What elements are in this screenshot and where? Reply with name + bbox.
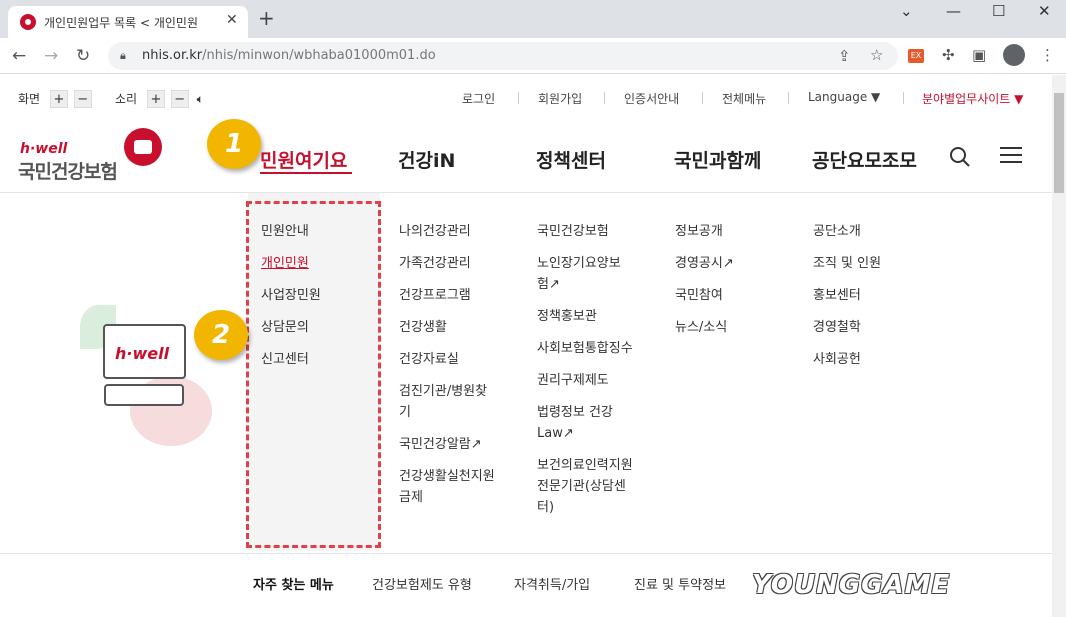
watermark-text: YOUNGGAME xyxy=(752,570,951,600)
submenu-column-policy: 국민건강보험 노인장기요양보 험↗ 정책홍보관 사회보험통합징수 권리구제제도 … xyxy=(537,221,633,529)
submenu-item[interactable]: 검진기관/병원찾 기 xyxy=(399,381,495,423)
submenu-item[interactable]: 공단소개 xyxy=(813,221,881,242)
profile-avatar[interactable] xyxy=(1003,44,1025,66)
share-icon[interactable]: ⇪ xyxy=(838,47,851,65)
quick-menu-item[interactable]: 진료 및 투약정보 xyxy=(634,574,726,593)
login-link[interactable]: 로그인 xyxy=(462,90,495,107)
divider xyxy=(903,92,904,104)
submenu-item[interactable]: 사회보험통합징수 xyxy=(537,338,633,359)
logo-hwell-text: h·well xyxy=(20,141,68,157)
keyboard-illustration xyxy=(104,384,184,406)
submenu-item[interactable]: 조직 및 인원 xyxy=(813,253,881,274)
submenu-item[interactable]: 권리구제제도 xyxy=(537,370,633,391)
submenu-item[interactable]: 경영공시↗ xyxy=(675,253,734,274)
hamburger-menu-icon[interactable] xyxy=(1000,147,1022,165)
signup-link[interactable]: 회원가입 xyxy=(538,90,582,107)
highlight-box xyxy=(246,201,381,548)
step-badge-1: 1 xyxy=(207,119,261,169)
url-text: nhis.or.kr/nhis/minwon/wbhaba01000m01.do xyxy=(142,48,436,63)
page-content: 화면 + − 소리 + − 🔈︎ 로그인 회원가입 인증서안내 전체메뉴 Lan… xyxy=(0,75,1052,617)
chrome-menu-icon[interactable]: ⋮ xyxy=(1040,46,1055,64)
sound-control: 소리 + − 🔈︎ xyxy=(115,90,204,108)
gnb-item-minwon[interactable]: 민원여기요 xyxy=(260,146,347,173)
submenu-item[interactable]: 경영철학 xyxy=(813,317,881,338)
submenu-item[interactable]: 건강생활실천지원 금제 xyxy=(399,466,495,508)
scrollbar-thumb[interactable] xyxy=(1054,93,1064,193)
forward-icon[interactable]: → xyxy=(44,46,58,66)
illustration-text: h·well xyxy=(115,344,170,363)
language-select[interactable]: Language ▼ xyxy=(808,90,880,104)
address-bar[interactable]: 🔒︎ nhis.or.kr/nhis/minwon/wbhaba01000m01… xyxy=(108,42,898,70)
submenu-item[interactable]: 법령정보 건강 Law↗ xyxy=(537,402,633,444)
divider xyxy=(788,92,789,104)
logo-emblem-icon xyxy=(124,128,162,166)
quick-menu-bar: 자주 찾는 메뉴 건강보험제도 유형 자격취득/가입 진료 및 투약정보 YOU… xyxy=(0,553,1052,617)
screen-zoom-out-button[interactable]: − xyxy=(73,90,92,108)
page-scrollbar[interactable] xyxy=(1052,75,1066,617)
certificate-guide-link[interactable]: 인증서안내 xyxy=(624,90,679,107)
browser-toolbar: ← → ↻ 🔒︎ nhis.or.kr/nhis/minwon/wbhaba01… xyxy=(0,38,1066,74)
submenu-item[interactable]: 정보공개 xyxy=(675,221,734,242)
speaker-icon[interactable]: 🔈︎ xyxy=(197,92,204,106)
gnb-item-health-in[interactable]: 건강iN xyxy=(398,146,455,173)
bookmark-star-icon[interactable]: ☆ xyxy=(870,46,883,64)
quick-menu-item[interactable]: 건강보험제도 유형 xyxy=(372,574,472,593)
screen-zoom-control: 화면 + − xyxy=(18,90,92,108)
maximize-icon[interactable]: ☐ xyxy=(992,2,1005,20)
submenu-item[interactable]: 뉴스/소식 xyxy=(675,317,734,338)
submenu-column-with-citizens: 정보공개 경영공시↗ 국민참여 뉴스/소식 xyxy=(675,221,734,349)
divider xyxy=(518,92,519,104)
screen-zoom-in-button[interactable]: + xyxy=(49,90,68,108)
submenu-item[interactable]: 건강생활 xyxy=(399,317,495,338)
search-icon[interactable] xyxy=(948,145,972,169)
submenu-item[interactable]: 가족건강관리 xyxy=(399,253,495,274)
full-menu-link[interactable]: 전체메뉴 xyxy=(722,90,766,107)
gnb-item-about-nhis[interactable]: 공단요모조모 xyxy=(812,146,917,173)
tab-search-chevron-icon[interactable]: ⌄ xyxy=(900,2,913,20)
quick-menu-item[interactable]: 자격취득/가입 xyxy=(514,574,590,593)
new-tab-icon[interactable]: + xyxy=(258,6,275,30)
sound-up-button[interactable]: + xyxy=(146,90,165,108)
mega-menu-panel: h·well 민원안내 개인민원 사업장민원 상담문의 신고센터 2 나의건강관… xyxy=(0,193,1052,553)
tab-title: 개인민원업무 목록 < 개인민원 xyxy=(44,16,198,30)
submenu-item[interactable]: 보건의료인력지원 전문기관(상담센 터) xyxy=(537,455,633,518)
field-sites-select[interactable]: 분야별업무사이트 ▼ xyxy=(922,90,1023,107)
close-window-icon[interactable]: ✕ xyxy=(1038,2,1051,20)
logo-name-text: 국민건강보험 xyxy=(18,161,118,183)
quick-menu-title: 자주 찾는 메뉴 xyxy=(253,578,334,593)
sound-label: 소리 xyxy=(115,92,138,106)
extension-icon[interactable]: EX xyxy=(908,49,924,63)
minimize-icon[interactable]: — xyxy=(946,2,961,20)
site-favicon-icon xyxy=(20,14,36,30)
submenu-item[interactable]: 정책홍보관 xyxy=(537,306,633,327)
screen-label: 화면 xyxy=(18,92,41,106)
browser-tab[interactable]: 개인민원업무 목록 < 개인민원 ✕ xyxy=(8,6,248,38)
submenu-item[interactable]: 노인장기요양보 험↗ xyxy=(537,253,633,295)
extensions-puzzle-icon[interactable]: ✣ xyxy=(942,46,955,64)
reload-icon[interactable]: ↻ xyxy=(76,46,90,66)
tab-close-icon[interactable]: ✕ xyxy=(226,12,238,28)
submenu-item[interactable]: 나의건강관리 xyxy=(399,221,495,242)
sound-down-button[interactable]: − xyxy=(170,90,189,108)
submenu-item[interactable]: 사회공헌 xyxy=(813,349,881,370)
divider xyxy=(604,92,605,104)
laptop-screen-illustration: h·well xyxy=(103,324,186,379)
gnb-item-with-citizens[interactable]: 국민과함께 xyxy=(674,146,761,173)
side-panel-icon[interactable]: ▣ xyxy=(972,46,986,64)
browser-tab-bar: 개인민원업무 목록 < 개인민원 ✕ + ⌄ — ☐ ✕ xyxy=(0,0,1066,38)
submenu-column-about: 공단소개 조직 및 인원 홍보센터 경영철학 사회공헌 xyxy=(813,221,881,381)
gnb-item-policy-center[interactable]: 정책센터 xyxy=(536,146,606,173)
lock-icon: 🔒︎ xyxy=(120,49,126,62)
submenu-item[interactable]: 건강자료실 xyxy=(399,349,495,370)
submenu-item[interactable]: 건강프로그램 xyxy=(399,285,495,306)
submenu-item[interactable]: 국민건강보험 xyxy=(537,221,633,242)
divider xyxy=(702,92,703,104)
back-icon[interactable]: ← xyxy=(12,46,26,66)
submenu-item[interactable]: 국민참여 xyxy=(675,285,734,306)
submenu-column-health-in: 나의건강관리 가족건강관리 건강프로그램 건강생활 건강자료실 검진기관/병원찾… xyxy=(399,221,495,519)
gnb-active-underline xyxy=(260,172,352,174)
step-badge-2: 2 xyxy=(194,310,248,360)
submenu-item[interactable]: 국민건강알람↗ xyxy=(399,434,495,455)
submenu-item[interactable]: 홍보센터 xyxy=(813,285,881,306)
